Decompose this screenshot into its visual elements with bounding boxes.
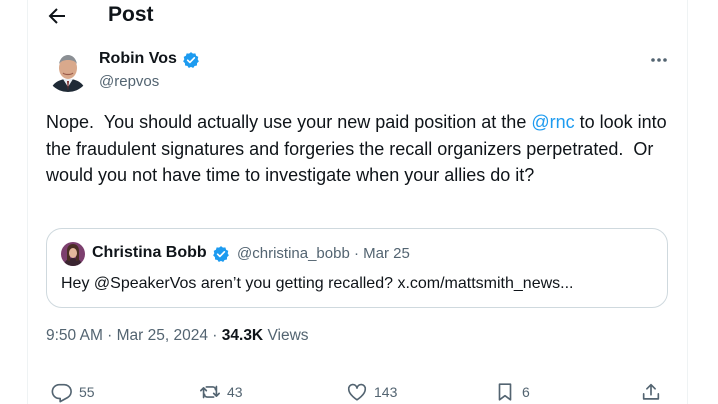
mention-link[interactable]: @rnc [531,112,574,132]
author-avatar[interactable] [46,48,90,92]
more-horizontal-icon[interactable] [648,51,670,69]
quoted-post-card[interactable]: Christina Bobb @christina_bobb · Mar 25 … [46,228,668,308]
page-title: Post [108,3,154,26]
repost-icon [199,381,221,403]
arrow-left-icon[interactable] [45,4,69,28]
verified-badge-icon [182,51,200,69]
share-icon [640,381,662,403]
verified-badge-icon [212,245,230,263]
views-count: 34.3K [221,327,264,344]
post-timestamp[interactable]: 9:50 AM · Mar 25, 2024 · [46,327,222,344]
post-text-part: Nope. You should actually use your new p… [46,112,532,132]
reply-count: 55 [79,384,95,400]
reply-icon [51,381,73,403]
post-actions-bar: 55 43 143 6 [27,376,688,404]
quoted-author-avatar [61,242,85,266]
bookmark-button[interactable]: 6 [494,381,530,403]
author-name[interactable]: Robin Vos [99,50,177,68]
like-button[interactable]: 143 [346,381,397,403]
post-text: Nope. You should actually use your new p… [46,109,671,189]
heart-icon [346,381,368,403]
author-handle[interactable]: @repvos [99,73,159,90]
share-button[interactable] [640,381,662,403]
quoted-author-handle-date: @christina_bobb · Mar 25 [237,245,410,262]
repost-button[interactable]: 43 [199,381,243,403]
views-label: Views [263,327,309,344]
quoted-post-text: Hey @SpeakerVos aren’t you getting recal… [61,275,574,292]
post-metadata: 9:50 AM · Mar 25, 2024 · 34.3K Views [46,327,309,345]
quoted-author-name: Christina Bobb [92,244,207,261]
repost-count: 43 [227,384,243,400]
bookmark-icon [494,381,516,403]
like-count: 143 [374,384,398,400]
bookmark-count: 6 [522,384,530,400]
page-header: Post [27,0,688,34]
reply-button[interactable]: 55 [51,381,95,403]
